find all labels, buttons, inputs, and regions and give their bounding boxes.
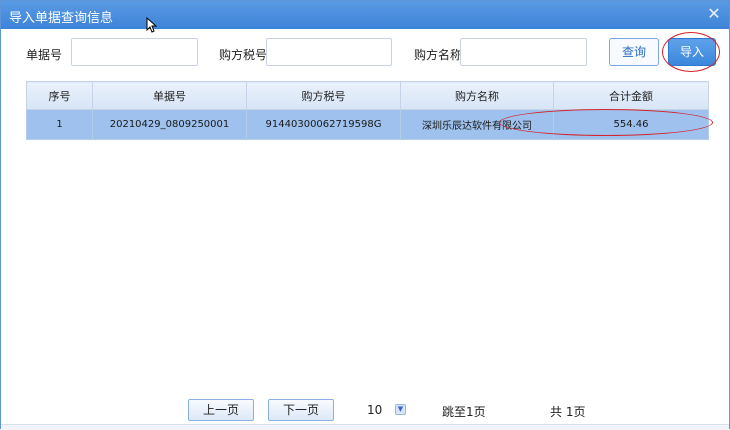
col-header-buyer-name[interactable]: 购方名称	[400, 81, 554, 110]
col-header-total-amount[interactable]: 合计金额	[553, 81, 709, 110]
col-header-buyer-tax[interactable]: 购方税号	[246, 81, 401, 110]
col-header-index[interactable]: 序号	[26, 81, 93, 110]
cell-buyer-tax: 91440300062719598G	[246, 109, 401, 140]
background-window-strip	[1, 424, 729, 430]
buyer-name-input[interactable]	[460, 38, 587, 66]
table-row[interactable]: 1 20210429_0809250001 91440300062719598G…	[26, 109, 709, 140]
chevron-down-icon[interactable]: ▼	[395, 404, 406, 415]
close-icon[interactable]: ✕	[705, 5, 723, 23]
page-jump-text: 跳至1页	[442, 405, 486, 419]
dialog-titlebar[interactable]: 导入单据查询信息 ✕	[1, 1, 729, 29]
search-row: 单据号 购方税号 购方名称 查询 导入	[1, 37, 729, 69]
mouse-cursor-icon	[146, 17, 158, 33]
import-button[interactable]: 导入	[668, 38, 716, 66]
page-size-select[interactable]: 10 ▼	[361, 400, 407, 420]
next-page-button[interactable]: 下一页	[268, 399, 334, 421]
buyer-name-label: 购方名称	[414, 48, 463, 62]
cell-total-amount: 554.46	[553, 109, 709, 140]
cell-doc-no: 20210429_0809250001	[92, 109, 247, 140]
cell-buyer-name: 深圳乐辰达软件有限公司	[400, 109, 554, 140]
col-header-doc-no[interactable]: 单据号	[92, 81, 247, 110]
dialog-title: 导入单据查询信息	[9, 11, 114, 26]
doc-no-label: 单据号	[26, 48, 63, 62]
import-query-dialog: 导入单据查询信息 ✕ 单据号 购方税号 购方名称 查询 导入 序号 单据号 购方…	[0, 0, 730, 430]
buyer-tax-label: 购方税号	[219, 48, 268, 62]
page-size-value: 10	[367, 403, 383, 417]
buyer-tax-input[interactable]	[266, 38, 392, 66]
table-header-row: 序号 单据号 购方税号 购方名称 合计金额	[26, 81, 709, 110]
results-table: 序号 单据号 购方税号 购方名称 合计金额 1 20210429_0809250…	[26, 81, 709, 140]
prev-page-button[interactable]: 上一页	[188, 399, 254, 421]
query-button[interactable]: 查询	[609, 38, 659, 66]
pagination-bar: 上一页 下一页 10 ▼ 跳至1页 共 1页	[1, 399, 729, 423]
page-total-text: 共 1页	[550, 405, 586, 419]
doc-no-input[interactable]	[71, 38, 198, 66]
cell-index: 1	[26, 109, 93, 140]
